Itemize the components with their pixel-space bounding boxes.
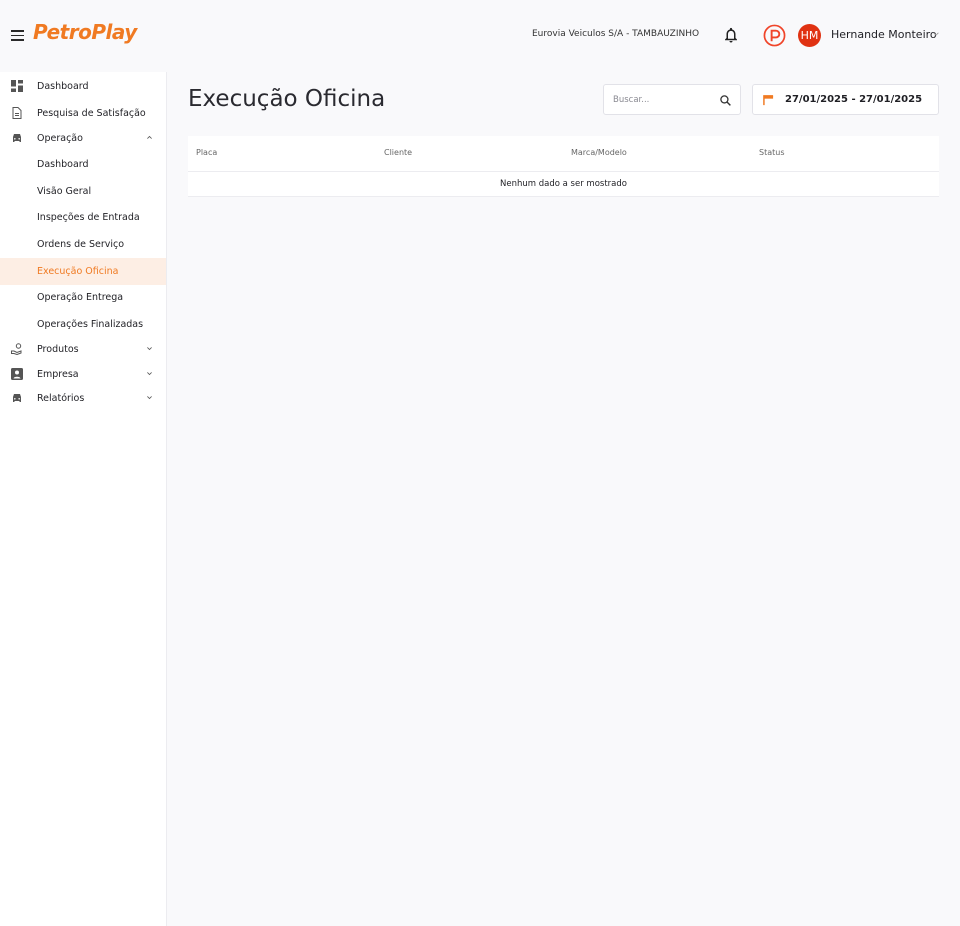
sidebar-item-empresa[interactable]: Empresa [0,362,166,386]
sidebar-item-label: Operação Entrega [37,291,124,303]
chevron-down-icon [147,372,152,376]
car-icon [13,394,21,402]
car-icon [13,134,21,142]
sidebar-subitem-dashboard[interactable]: Dashboard [0,152,166,176]
column-header-placa[interactable]: Placa [196,148,217,157]
logo[interactable]: PetroPlay [33,20,137,44]
sidebar-item-label: Empresa [37,368,79,380]
sidebar-item-label: Pesquisa de Satisfação [37,107,146,119]
search-box [603,84,741,115]
search-icon[interactable] [719,94,732,107]
date-range-value: 27/01/2025 - 27/01/2025 [785,94,923,105]
sidebar-item-label: Dashboard [37,158,89,170]
table-header: Placa Cliente Marca/Modelo Status [188,136,939,172]
user-name[interactable]: Hernande Monteiro [831,28,937,41]
table-empty-row: Nenhum dado a ser mostrado [188,172,939,197]
sidebar-item-label: Dashboard [37,80,89,92]
petroplay-icon[interactable] [763,24,786,47]
sidebar-subitem-execucao-oficina[interactable]: Execução Oficina [0,258,166,285]
dashboard-icon [11,80,23,92]
sidebar-item-label: Execução Oficina [37,266,119,277]
sidebar-subitem-inspecoes-entrada[interactable]: Inspeções de Entrada [0,205,166,229]
chevron-up-icon [147,135,152,139]
contact-icon [11,368,23,380]
date-range-picker[interactable]: 27/01/2025 - 27/01/2025 [752,84,939,115]
sidebar-item-pesquisa[interactable]: Pesquisa de Satisfação [0,101,166,125]
column-header-cliente[interactable]: Cliente [384,148,412,157]
sidebar-item-produtos[interactable]: Produtos [0,337,166,361]
sidebar-item-label: Relatórios [37,392,85,404]
sidebar-item-label: Visão Geral [37,185,92,197]
column-header-marca-modelo[interactable]: Marca/Modelo [571,148,627,157]
calendar-icon [763,95,774,106]
sidebar-subitem-ordens-servico[interactable]: Ordens de Serviço [0,232,166,256]
sidebar-item-label: Operações Finalizadas [37,318,144,330]
sidebar-subitem-operacao-entrega[interactable]: Operação Entrega [0,285,166,309]
sidebar-subitem-operacoes-finalizadas[interactable]: Operações Finalizadas [0,312,166,336]
chevron-down-icon [147,347,152,351]
sidebar: Dashboard Pesquisa de Satisfação Operaçã… [0,72,167,926]
search-input[interactable] [613,85,713,114]
sidebar-item-label: Inspeções de Entrada [37,211,140,223]
sidebar-item-label: Ordens de Serviço [37,238,125,250]
company-name: Eurovia Veiculos S/A - TAMBAUZINHO [532,29,700,39]
sidebar-item-dashboard[interactable]: Dashboard [0,74,166,98]
sidebar-item-label: Operação [37,132,83,144]
top-header: PetroPlay Eurovia Veiculos S/A - TAMBAUZ… [0,0,960,72]
bell-icon[interactable] [722,26,740,44]
empty-message: Nenhum dado a ser mostrado [500,179,627,189]
sidebar-item-operacao[interactable]: Operação [0,126,166,150]
chevron-down-icon [147,396,152,400]
document-icon [12,107,22,119]
menu-icon[interactable] [11,30,24,41]
hand-coin-icon [11,343,22,355]
chevron-down-icon[interactable] [932,30,940,38]
sidebar-subitem-visao-geral[interactable]: Visão Geral [0,179,166,203]
sidebar-item-relatorios[interactable]: Relatórios [0,386,166,410]
column-header-status[interactable]: Status [759,148,785,157]
avatar[interactable]: HM [798,24,821,47]
oficina-table: Placa Cliente Marca/Modelo Status Nenhum… [188,136,939,197]
page-title: Execução Oficina [188,86,386,112]
sidebar-item-label: Produtos [37,343,79,355]
